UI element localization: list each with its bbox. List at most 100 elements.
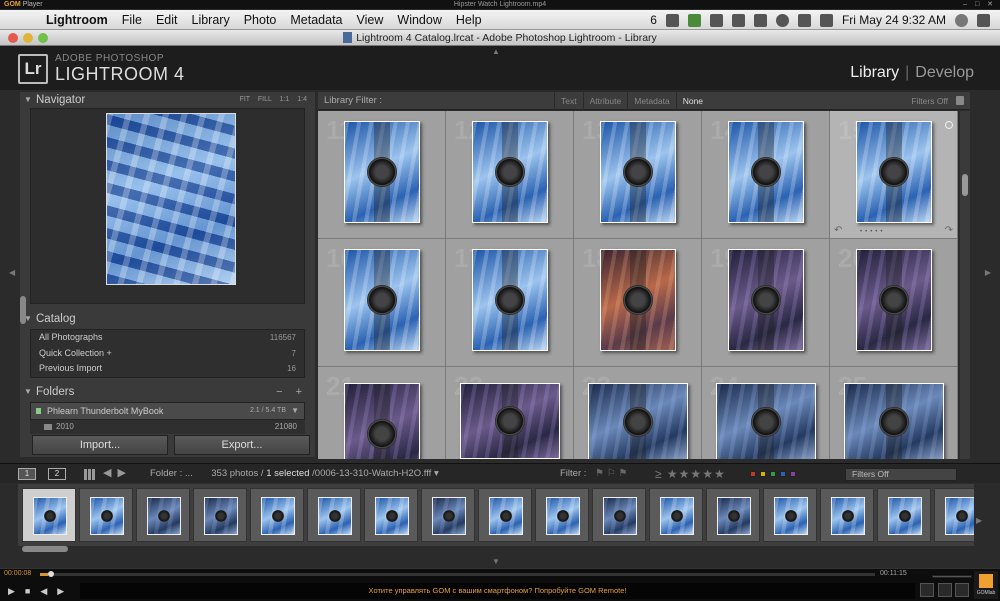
grid-cell[interactable]: 20 bbox=[830, 239, 958, 367]
rating-dots[interactable]: ••••• bbox=[860, 229, 886, 235]
photo-thumbnail[interactable] bbox=[856, 249, 932, 351]
navigator-header[interactable]: Navigator FIT FILL 1:1 1:4 bbox=[20, 92, 315, 108]
photo-thumbnail[interactable] bbox=[460, 383, 560, 459]
grid-cell[interactable]: 23 bbox=[574, 367, 702, 459]
export-button[interactable]: Export... bbox=[174, 435, 310, 455]
notification-center-icon[interactable] bbox=[977, 13, 990, 27]
navigator-zoom-options[interactable]: FIT FILL 1:1 1:4 bbox=[240, 92, 307, 108]
photo-thumbnail[interactable] bbox=[344, 249, 420, 351]
wifi-icon[interactable] bbox=[797, 13, 811, 27]
module-develop[interactable]: Develop bbox=[915, 64, 974, 81]
menu-file[interactable]: File bbox=[122, 10, 142, 30]
right-panel-toggle-icon[interactable]: ▶ bbox=[985, 268, 991, 277]
spotlight-icon[interactable] bbox=[955, 13, 968, 27]
gom-playlist-button[interactable] bbox=[938, 583, 952, 597]
grid-cell[interactable]: 22 bbox=[446, 367, 574, 459]
navigator-preview[interactable] bbox=[30, 108, 305, 304]
grid-cell[interactable]: 19 bbox=[702, 239, 830, 367]
grid-cell[interactable]: 12 bbox=[446, 111, 574, 239]
photo-thumbnail[interactable] bbox=[600, 121, 676, 223]
volume-expand-icon[interactable]: ▼ bbox=[291, 403, 299, 419]
grid-cell[interactable]: 25 bbox=[830, 367, 958, 459]
nav-arrows[interactable]: ◀▶ bbox=[103, 466, 132, 479]
menu-edit[interactable]: Edit bbox=[156, 10, 178, 30]
photo-thumbnail[interactable] bbox=[600, 249, 676, 351]
filmstrip-thumbnail[interactable] bbox=[364, 488, 418, 542]
top-panel-toggle-icon[interactable]: ▲ bbox=[492, 47, 500, 56]
gomlab-button[interactable]: GOMlab bbox=[974, 571, 998, 599]
photo-thumbnail[interactable] bbox=[472, 121, 548, 223]
photo-thumbnail[interactable] bbox=[844, 383, 944, 459]
menu-help[interactable]: Help bbox=[456, 10, 482, 30]
grid-scrollbar-thumb[interactable] bbox=[962, 174, 968, 196]
color-label-blue[interactable] bbox=[780, 471, 786, 477]
quick-collection-badge-icon[interactable] bbox=[945, 121, 953, 129]
photo-thumbnail[interactable] bbox=[856, 121, 932, 223]
status-app-icon[interactable] bbox=[665, 13, 679, 27]
filter-text[interactable]: Text bbox=[554, 92, 583, 110]
filmstrip-thumbnail[interactable] bbox=[592, 488, 646, 542]
rotate-left-icon[interactable]: ↶ bbox=[834, 225, 842, 236]
color-label-red[interactable] bbox=[750, 471, 756, 477]
gom-playback-buttons[interactable]: ▶■◀▶ bbox=[8, 586, 74, 597]
module-library[interactable]: Library bbox=[850, 64, 899, 81]
filmstrip-thumbnail[interactable] bbox=[421, 488, 475, 542]
filmstrip-scroll-right-icon[interactable]: ▶ bbox=[976, 516, 982, 525]
flag-filter-icons[interactable]: ⚑ ⚐ ⚑ bbox=[595, 464, 627, 484]
time-machine-icon[interactable] bbox=[775, 13, 789, 27]
filter-none[interactable]: None bbox=[675, 92, 709, 110]
catalog-previous-import[interactable]: Previous Import 16 bbox=[31, 361, 304, 377]
gom-window-buttons[interactable]: – □ ✕ bbox=[963, 0, 996, 10]
evernote-icon[interactable] bbox=[687, 13, 701, 27]
import-button[interactable]: Import... bbox=[32, 435, 168, 455]
airplay-icon[interactable] bbox=[753, 13, 767, 27]
grid-cell[interactable]: 11 bbox=[318, 111, 446, 239]
grid-cell[interactable]: 21 bbox=[318, 367, 446, 459]
menu-view[interactable]: View bbox=[357, 10, 384, 30]
main-screen-button[interactable]: 1 bbox=[18, 468, 36, 480]
rotate-right-icon[interactable]: ↷ bbox=[945, 225, 953, 236]
filmstrip-thumbnail[interactable] bbox=[706, 488, 760, 542]
filmstrip-thumbnail[interactable] bbox=[763, 488, 817, 542]
filmstrip-thumbnail[interactable] bbox=[22, 488, 76, 542]
bottom-panel-toggle-icon[interactable]: ▼ bbox=[492, 557, 500, 566]
menu-app-lightroom[interactable]: Lightroom bbox=[46, 10, 108, 30]
folder-volume[interactable]: Phlearn Thunderbolt MyBook 2.1 / 5.4 TB … bbox=[30, 401, 305, 420]
grid-cell[interactable]: 18 bbox=[574, 239, 702, 367]
filmstrip-thumbnail[interactable] bbox=[649, 488, 703, 542]
folders-header[interactable]: Folders − + bbox=[20, 384, 315, 400]
filmstrip-thumbnail[interactable] bbox=[934, 488, 974, 542]
menu-window[interactable]: Window bbox=[397, 10, 441, 30]
filmstrip-thumbnail[interactable] bbox=[820, 488, 874, 542]
grid-cell[interactable]: 15 ••••• ↶ ↷ bbox=[830, 111, 958, 239]
menu-library[interactable]: Library bbox=[192, 10, 230, 30]
second-screen-button[interactable]: 2 bbox=[48, 468, 66, 480]
photo-thumbnail[interactable] bbox=[728, 121, 804, 223]
catalog-all-photographs[interactable]: All Photographs 116567 bbox=[31, 330, 304, 346]
color-label-purple[interactable] bbox=[790, 471, 796, 477]
gom-seek-bar[interactable] bbox=[40, 573, 875, 576]
photo-thumbnail[interactable] bbox=[716, 383, 816, 459]
filmstrip-source-info[interactable]: Folder : ... 353 photos / 1 selected /00… bbox=[150, 464, 439, 484]
clock[interactable]: Fri May 24 9:32 AM bbox=[842, 10, 946, 30]
grid-cell[interactable]: 17 bbox=[446, 239, 574, 367]
filmstrip-thumbnail[interactable] bbox=[193, 488, 247, 542]
upload-icon[interactable] bbox=[731, 13, 745, 27]
color-label-filter[interactable] bbox=[750, 471, 800, 477]
photo-thumbnail[interactable] bbox=[728, 249, 804, 351]
status-count[interactable]: 6 bbox=[650, 10, 657, 30]
photo-thumbnail[interactable] bbox=[588, 383, 688, 459]
gom-settings-button[interactable] bbox=[920, 583, 934, 597]
grid-cell[interactable]: 16 bbox=[318, 239, 446, 367]
left-panel-toggle-icon[interactable]: ◀ bbox=[9, 268, 15, 277]
filter-preset-select[interactable]: Filters Off bbox=[911, 92, 948, 110]
folder-row[interactable]: 2010 21080 bbox=[30, 419, 305, 434]
volume-icon[interactable] bbox=[819, 13, 833, 27]
grid-cell[interactable]: 13 bbox=[574, 111, 702, 239]
left-panel-scrollbar[interactable] bbox=[20, 296, 26, 324]
filmstrip-scrollbar[interactable] bbox=[22, 546, 68, 552]
filmstrip-thumbnail[interactable] bbox=[535, 488, 589, 542]
dropbox-icon[interactable] bbox=[709, 13, 723, 27]
star-rating-filter[interactable]: ≥ ★★★★★ bbox=[655, 464, 726, 484]
menu-photo[interactable]: Photo bbox=[244, 10, 277, 30]
